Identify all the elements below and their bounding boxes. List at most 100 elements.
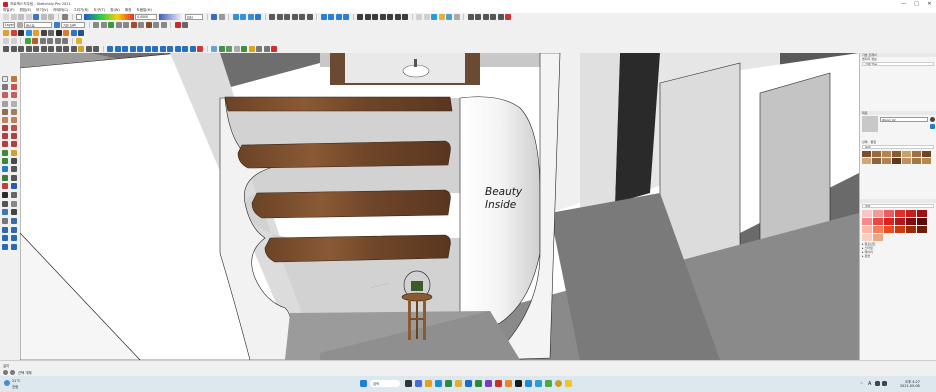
move-icon[interactable] — [62, 38, 68, 44]
line-tool-icon[interactable] — [25, 14, 32, 20]
create-material-icon[interactable] — [930, 124, 935, 129]
wood-category-dropdown[interactable]: 목재 — [862, 145, 934, 149]
terrain-icon[interactable] — [153, 22, 159, 28]
camera-position-icon[interactable] — [18, 30, 24, 36]
unit-combo[interactable]: 미터 — [185, 14, 203, 20]
monochrome-icon[interactable] — [402, 14, 408, 20]
rectangle-icon[interactable] — [18, 46, 24, 52]
weather-icon[interactable] — [4, 380, 10, 386]
explorer-icon[interactable] — [425, 380, 432, 387]
layout-icon[interactable] — [438, 14, 445, 20]
vray-settings-icon[interactable] — [256, 46, 262, 52]
scale-tool-icon[interactable] — [2, 141, 8, 147]
pencil-icon[interactable] — [2, 92, 8, 98]
3pt-arc-icon[interactable] — [63, 46, 69, 52]
solid-intersect-icon[interactable] — [48, 30, 54, 36]
2pt-arc-icon[interactable] — [70, 46, 77, 52]
pan-icon[interactable] — [240, 14, 246, 20]
wood-swatch[interactable] — [862, 158, 871, 164]
right-view-icon[interactable] — [291, 14, 298, 20]
extension-wh-tool-icon[interactable] — [2, 227, 8, 233]
color-swatch[interactable] — [895, 218, 905, 225]
materials-icon[interactable] — [70, 30, 77, 36]
dimension-tool-icon[interactable] — [11, 150, 17, 156]
model-viewport[interactable]: Beauty Inside — [20, 53, 859, 360]
distribute-vertical-icon[interactable] — [159, 46, 166, 52]
search-box[interactable]: 검색 — [370, 380, 400, 387]
follow-me-tool-icon[interactable] — [11, 133, 17, 139]
stamp-icon[interactable] — [123, 22, 129, 28]
from-scratch-icon[interactable] — [108, 22, 114, 28]
text-icon[interactable] — [482, 14, 489, 20]
circle-tool-icon[interactable] — [2, 109, 8, 115]
freehand-tool-icon[interactable] — [11, 92, 17, 98]
joint-push-pull-icon[interactable] — [218, 46, 225, 52]
color-swatch[interactable] — [873, 234, 883, 241]
text-label-tool-icon[interactable] — [11, 158, 17, 164]
mirror-icon[interactable] — [167, 46, 173, 52]
question-icon[interactable] — [93, 46, 99, 52]
solid-split-icon[interactable] — [55, 30, 62, 36]
round-corner-icon[interactable] — [226, 46, 232, 52]
back-view-icon[interactable] — [299, 14, 305, 20]
orbit-icon[interactable] — [232, 14, 239, 20]
close-button[interactable]: ✕ — [923, 0, 936, 8]
rotate-icon[interactable] — [54, 38, 61, 44]
wood-swatch[interactable] — [872, 151, 881, 157]
draw-line-icon[interactable] — [3, 46, 9, 52]
wood-swatch[interactable] — [922, 151, 931, 157]
network-icon[interactable] — [875, 381, 880, 386]
credits-icon[interactable] — [10, 370, 15, 375]
color-swatch[interactable] — [862, 226, 872, 233]
shaded-icon[interactable] — [387, 14, 393, 20]
layer-manager-icon[interactable] — [16, 22, 23, 28]
push-pull-tool-icon[interactable] — [11, 125, 17, 131]
flip-edge-icon[interactable] — [145, 22, 152, 28]
sandbox-icon[interactable] — [93, 22, 99, 28]
position-camera-icon[interactable] — [335, 14, 342, 20]
arc-icon[interactable] — [48, 46, 54, 52]
ruby-tool-icon[interactable] — [2, 235, 8, 241]
eraser-icon[interactable] — [10, 14, 17, 20]
previous-view-tool-icon[interactable] — [11, 192, 17, 198]
minimize-button[interactable]: — — [897, 0, 910, 8]
pie-icon[interactable] — [55, 46, 62, 52]
front-view-icon[interactable] — [284, 14, 290, 20]
skatter-icon[interactable] — [211, 46, 217, 52]
word-icon[interactable] — [465, 380, 472, 387]
warehouse-icon[interactable] — [416, 14, 422, 20]
eraser-tool-icon[interactable] — [11, 84, 17, 90]
onenote-icon[interactable] — [485, 380, 492, 387]
wood-swatch[interactable] — [912, 158, 921, 164]
style-combo[interactable]: 기본 장면 — [61, 22, 85, 28]
extension-icon[interactable] — [423, 14, 430, 20]
3d-text-icon[interactable] — [497, 14, 504, 20]
zoom-window-tool-icon[interactable] — [11, 183, 17, 189]
color-swatch[interactable] — [906, 218, 916, 225]
circle-icon[interactable] — [33, 46, 39, 52]
entity-info-header[interactable]: 엔티티 정보 — [860, 57, 936, 61]
kakaotalk-icon[interactable] — [545, 380, 552, 387]
align-left-icon[interactable] — [107, 46, 113, 52]
redo-icon[interactable] — [48, 14, 54, 20]
chrome-icon[interactable] — [555, 380, 562, 387]
color-swatch[interactable] — [917, 218, 927, 225]
layer-combo[interactable]: Layer0 — [3, 22, 15, 28]
look-around-icon[interactable] — [328, 14, 334, 20]
color-swatch[interactable] — [895, 210, 905, 217]
undo-icon[interactable] — [40, 14, 47, 20]
hidden-line-icon[interactable] — [379, 14, 386, 20]
wood-swatch[interactable] — [892, 151, 901, 157]
style-preview-icon[interactable] — [76, 14, 82, 20]
color-swatch[interactable] — [906, 226, 916, 233]
app-icon[interactable] — [565, 380, 572, 387]
axes-icon[interactable] — [490, 14, 496, 20]
info-icon[interactable] — [78, 30, 84, 36]
smoove-icon[interactable] — [115, 22, 122, 28]
scene-combo[interactable]: 테스트 — [24, 22, 52, 28]
walk-icon[interactable] — [320, 14, 327, 20]
vray-frame-icon[interactable] — [263, 46, 270, 52]
store-icon[interactable] — [445, 380, 452, 387]
select-arrow-icon[interactable] — [3, 38, 9, 44]
color-swatch[interactable] — [873, 210, 883, 217]
